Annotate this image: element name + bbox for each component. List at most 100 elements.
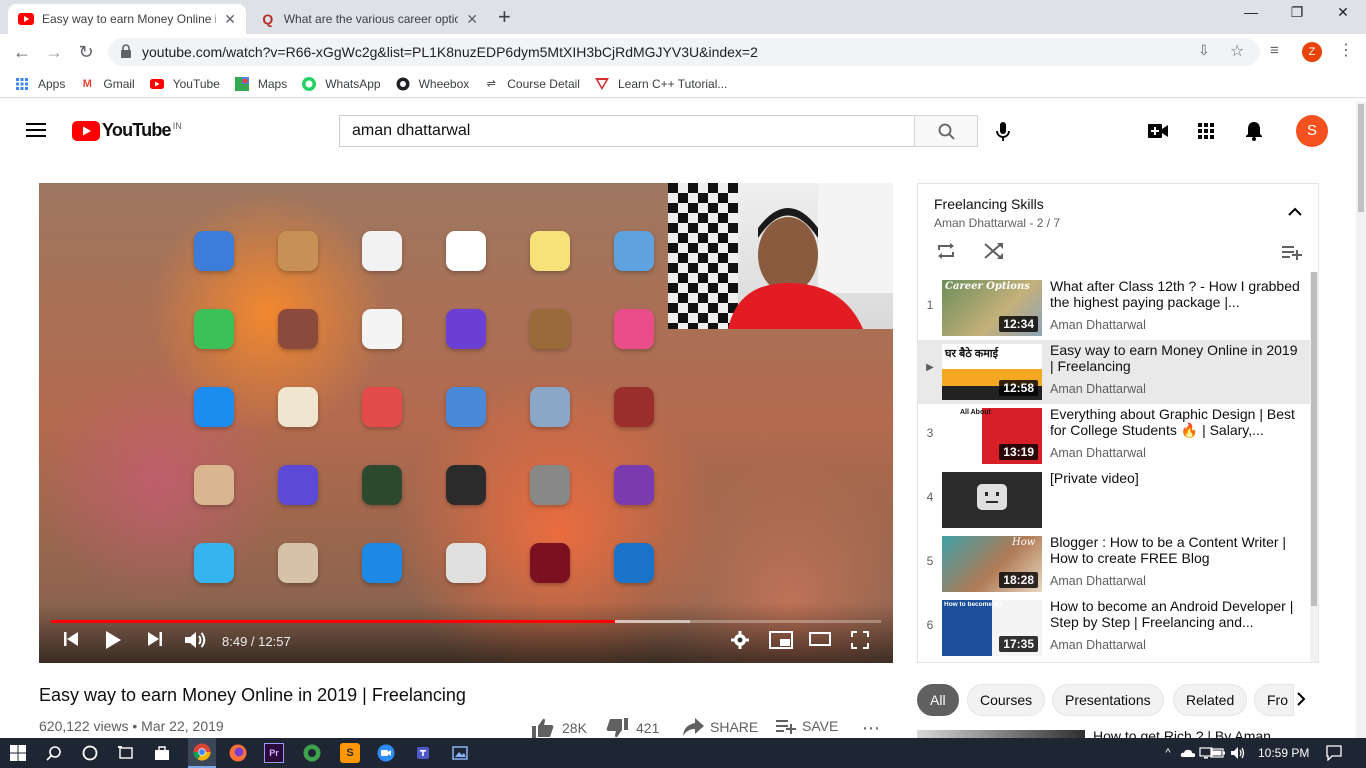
playlist-item-current[interactable]: ▶ घर बैठे कमाई 12:58 Easy way to earn Mo… xyxy=(918,340,1310,404)
bookmark-maps[interactable]: Maps xyxy=(234,76,287,92)
apps-grid-icon[interactable] xyxy=(1198,123,1214,144)
bookmark-whatsapp[interactable]: WhatsApp xyxy=(301,76,381,92)
address-bar[interactable]: youtube.com/watch?v=R66-xGgWc2g&list=PL1… xyxy=(108,38,1260,66)
premiere-icon[interactable]: Pr xyxy=(264,743,284,763)
miniplayer-icon[interactable] xyxy=(769,631,793,654)
chip-all[interactable]: All xyxy=(917,684,959,716)
store-icon[interactable] xyxy=(152,743,172,763)
like-count: 28K xyxy=(562,720,587,736)
launchpad-app-icon xyxy=(362,543,402,583)
new-tab-button[interactable]: + xyxy=(498,4,511,30)
user-avatar[interactable]: S xyxy=(1296,115,1328,147)
chrome-icon[interactable] xyxy=(188,738,216,768)
install-icon[interactable]: ⇩ xyxy=(1198,42,1210,59)
page-scrollbar[interactable] xyxy=(1356,102,1366,738)
tab-youtube[interactable]: Easy way to earn Money Online in ✕ xyxy=(8,4,246,34)
bookmark-label: Learn C++ Tutorial... xyxy=(617,76,728,91)
hamburger-menu-icon[interactable] xyxy=(26,122,46,143)
zoom-icon[interactable] xyxy=(376,743,396,763)
speaker-icon[interactable] xyxy=(1228,743,1248,763)
tray-chevron-icon[interactable]: ^ xyxy=(1158,743,1178,763)
close-tab-icon[interactable]: ✕ xyxy=(224,11,236,28)
volume-icon[interactable] xyxy=(185,631,207,654)
teams-icon[interactable] xyxy=(414,743,434,763)
minimize-icon[interactable]: — xyxy=(1228,4,1274,26)
restore-icon[interactable]: ❐ xyxy=(1274,4,1320,26)
shuffle-icon[interactable] xyxy=(984,242,1004,265)
bookmark-label: Wheebox xyxy=(418,76,470,91)
reload-icon[interactable]: ↻ xyxy=(74,40,98,64)
page-scrollbar-thumb[interactable] xyxy=(1358,104,1364,212)
bookmark-course-detail[interactable]: ⇌ Course Detail xyxy=(483,76,580,92)
more-actions-icon[interactable]: ⋯ xyxy=(862,718,880,739)
back-icon[interactable]: ← xyxy=(10,40,34,64)
close-tab-icon[interactable]: ✕ xyxy=(466,11,478,28)
collapse-chevron-icon[interactable] xyxy=(1288,204,1302,222)
playlist-title[interactable]: Freelancing Skills xyxy=(934,196,1044,212)
playlist-save-icon[interactable] xyxy=(1282,244,1302,265)
menu-kebab-icon[interactable]: ⋮ xyxy=(1338,40,1354,60)
fullscreen-icon[interactable] xyxy=(851,631,869,654)
whatsapp-icon xyxy=(301,76,317,92)
bookmark-gmail[interactable]: M Gmail xyxy=(79,76,135,92)
search-button[interactable] xyxy=(914,115,978,147)
bookmark-wheebox[interactable]: Wheebox xyxy=(395,76,470,92)
loop-icon[interactable] xyxy=(936,242,956,265)
onedrive-icon[interactable] xyxy=(1178,743,1198,763)
chip-related[interactable]: Related xyxy=(1173,684,1248,716)
playlist-item[interactable]: 6 How to become an 17:35 How to become a… xyxy=(918,596,1310,660)
theater-mode-icon[interactable] xyxy=(809,631,831,652)
chip-presentations[interactable]: Presentations xyxy=(1052,684,1164,716)
save-button[interactable]: SAVE xyxy=(776,718,838,734)
sublime-icon[interactable]: S xyxy=(340,743,360,763)
task-view-icon[interactable] xyxy=(116,743,136,763)
playlist-item[interactable]: 3 All About 13:19 Everything about Graph… xyxy=(918,404,1310,468)
like-button[interactable]: 28K xyxy=(532,718,587,738)
search-input[interactable]: aman dhattarwal xyxy=(339,115,915,147)
microphone-icon[interactable] xyxy=(996,122,1010,147)
next-video-thumbnail[interactable] xyxy=(917,730,1085,738)
chips-next-chevron-icon[interactable] xyxy=(1296,692,1306,711)
bookmark-star-icon[interactable]: ☆ xyxy=(1230,41,1244,61)
chip-from[interactable]: Fro xyxy=(1254,684,1294,716)
next-icon[interactable] xyxy=(147,631,163,652)
tab-quora[interactable]: Q What are the various career optio ✕ xyxy=(250,4,488,34)
bookmark-youtube[interactable]: YouTube xyxy=(149,76,220,92)
launchpad-app-icon xyxy=(614,543,654,583)
bookmark-learn-cpp[interactable]: Learn C++ Tutorial... xyxy=(594,76,727,92)
camtasia-icon[interactable] xyxy=(302,743,322,763)
youtube-logo[interactable]: YouTube IN xyxy=(72,120,182,141)
settings-gear-icon[interactable] xyxy=(731,631,749,654)
search-icon[interactable] xyxy=(44,743,64,763)
bookmark-apps[interactable]: Apps xyxy=(14,76,65,92)
playlist-item[interactable]: 1 Career Options 12:34 What after Class … xyxy=(918,276,1310,340)
media-controls-icon[interactable]: ≡ xyxy=(1270,42,1279,59)
share-button[interactable]: SHARE xyxy=(682,718,758,736)
chip-courses[interactable]: Courses xyxy=(967,684,1046,716)
taskbar-clock[interactable]: 10:59 PM xyxy=(1258,746,1309,760)
windows-start-icon[interactable] xyxy=(8,743,28,763)
forward-icon[interactable]: → xyxy=(42,40,66,64)
photos-icon[interactable] xyxy=(450,743,470,763)
playlist-scrollbar-thumb[interactable] xyxy=(1311,272,1317,606)
action-center-icon[interactable] xyxy=(1324,743,1344,763)
play-icon[interactable] xyxy=(105,631,121,654)
buffered-bar xyxy=(615,620,690,623)
playlist-add-icon xyxy=(776,720,796,734)
notifications-bell-icon[interactable] xyxy=(1245,121,1263,146)
create-video-icon[interactable] xyxy=(1148,124,1168,143)
dislike-button[interactable]: 421 xyxy=(606,718,659,738)
playlist-item-title: Easy way to earn Money Online in 2019 | … xyxy=(1050,342,1298,374)
playlist-item[interactable]: 5 How 18:28 Blogger : How to be a Conten… xyxy=(918,532,1310,596)
playlist-scrollbar[interactable] xyxy=(1310,272,1318,662)
playlist-item[interactable]: 4 [Private video] xyxy=(918,468,1310,532)
close-window-icon[interactable]: ✕ xyxy=(1320,4,1366,26)
profile-avatar[interactable]: Z xyxy=(1302,42,1322,62)
firefox-icon[interactable] xyxy=(228,743,248,763)
video-player[interactable]: 8:49 / 12:57 xyxy=(39,183,893,663)
cortana-icon[interactable] xyxy=(80,743,100,763)
next-video-title[interactable]: How to get Rich ? | By Aman xyxy=(1093,728,1271,738)
battery-icon[interactable] xyxy=(1208,743,1228,763)
previous-icon[interactable] xyxy=(63,631,79,652)
progress-bar[interactable] xyxy=(51,620,881,623)
